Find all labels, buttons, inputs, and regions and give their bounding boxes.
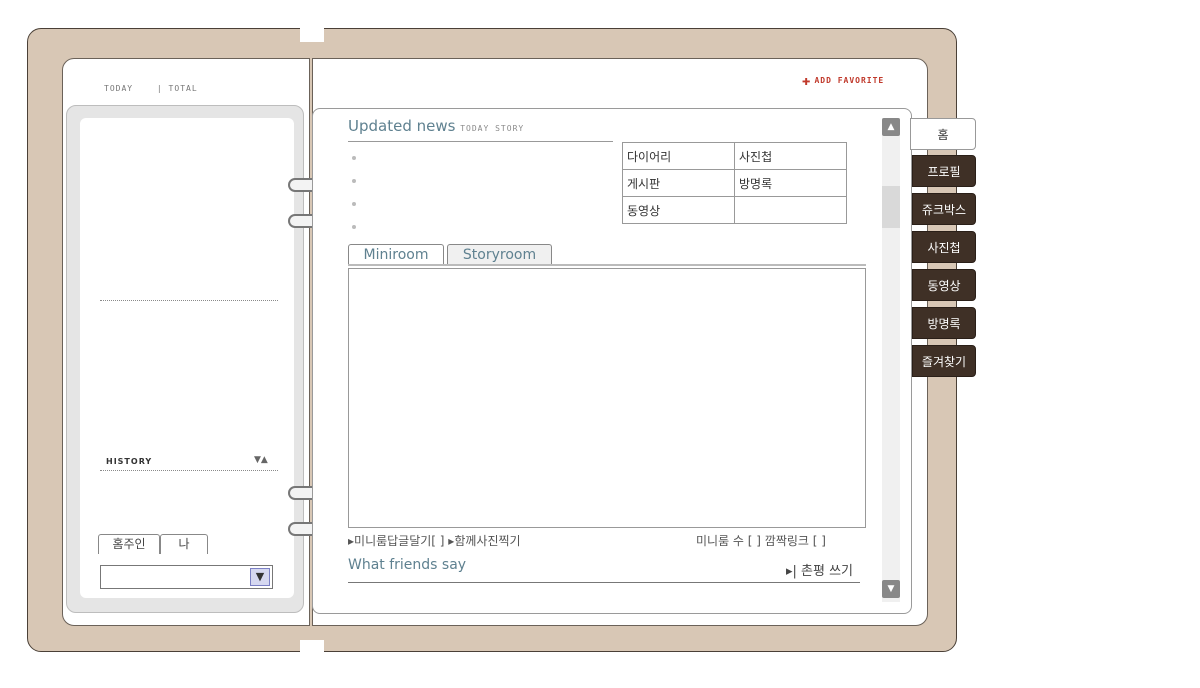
table-row: 동영상 [622, 196, 847, 224]
plus-icon: ✚ [802, 73, 812, 89]
nav-tab-profile[interactable]: 프로필 [912, 155, 976, 187]
history-divider [100, 470, 278, 471]
profile-divider [100, 300, 278, 301]
miniroom-actions-left[interactable]: ▸미니룸답글달기[ ] ▸함께사진찍기 [348, 532, 521, 549]
add-favorite-label: ADD FAVORITE [814, 76, 885, 85]
menu-cell-photo[interactable]: 사진첩 [734, 142, 847, 170]
nav-tab-photo[interactable]: 사진첩 [912, 231, 976, 263]
chevron-down-icon[interactable]: ▼ [250, 568, 270, 586]
total-label: | TOTAL [156, 84, 198, 93]
nav-tab-guestbook[interactable]: 방명록 [912, 307, 976, 339]
updated-news-heading: Updated news TODAY STORY [348, 117, 524, 135]
scroll-up-icon[interactable]: ▲ [882, 118, 900, 136]
owner-select[interactable] [100, 565, 273, 589]
news-bullet [352, 179, 356, 183]
news-bullet [352, 156, 356, 160]
nav-tab-jukebox[interactable]: 쥬크박스 [912, 193, 976, 225]
spine-notch-bottom [300, 640, 324, 658]
write-comment-link[interactable]: ▸| 촌평 쓰기 [786, 560, 853, 579]
add-favorite-button[interactable]: ✚ ADD FAVORITE [802, 73, 884, 89]
tab-owner[interactable]: 홈주인 [98, 534, 160, 554]
miniroom-actions-right[interactable]: 미니룸 수 [ ] 깜짝링크 [ ] [696, 532, 826, 549]
menu-table: 다이어리 사진첩 게시판 방명록 동영상 [622, 142, 847, 224]
room-tab-divider [348, 264, 866, 266]
friends-say-heading: What friends say [348, 557, 467, 573]
scroll-down-icon[interactable]: ▼ [882, 580, 900, 598]
nav-tab-home[interactable]: 홈 [910, 118, 976, 150]
visitor-counter: TODAY | TOTAL [104, 84, 198, 93]
today-label: TODAY [104, 84, 134, 93]
nav-tab-favorites[interactable]: 즐겨찾기 [912, 345, 976, 377]
profile-box [80, 118, 294, 598]
menu-cell-board[interactable]: 게시판 [622, 169, 735, 197]
news-bullet [352, 202, 356, 206]
news-divider [348, 141, 613, 142]
news-bullet [352, 225, 356, 229]
table-row: 다이어리 사진첩 [622, 142, 847, 170]
miniroom-area [348, 268, 866, 528]
news-subtitle: TODAY STORY [460, 124, 525, 133]
tab-miniroom[interactable]: Miniroom [348, 244, 444, 266]
tab-storyroom[interactable]: Storyroom [447, 244, 552, 266]
scrollbar-thumb[interactable] [882, 186, 900, 228]
menu-cell-video[interactable]: 동영상 [622, 196, 735, 224]
menu-cell-diary[interactable]: 다이어리 [622, 142, 735, 170]
history-label: HISTORY [106, 457, 153, 466]
news-title: Updated news [348, 117, 456, 135]
menu-cell-guestbook[interactable]: 방명록 [734, 169, 847, 197]
table-row: 게시판 방명록 [622, 169, 847, 197]
spine-notch-top [300, 24, 324, 42]
history-toggle-icon[interactable]: ▼▲ [254, 455, 268, 465]
friends-divider [348, 582, 860, 583]
menu-cell-empty [734, 196, 847, 224]
tab-me[interactable]: 나 [160, 534, 208, 554]
nav-tab-video[interactable]: 동영상 [912, 269, 976, 301]
